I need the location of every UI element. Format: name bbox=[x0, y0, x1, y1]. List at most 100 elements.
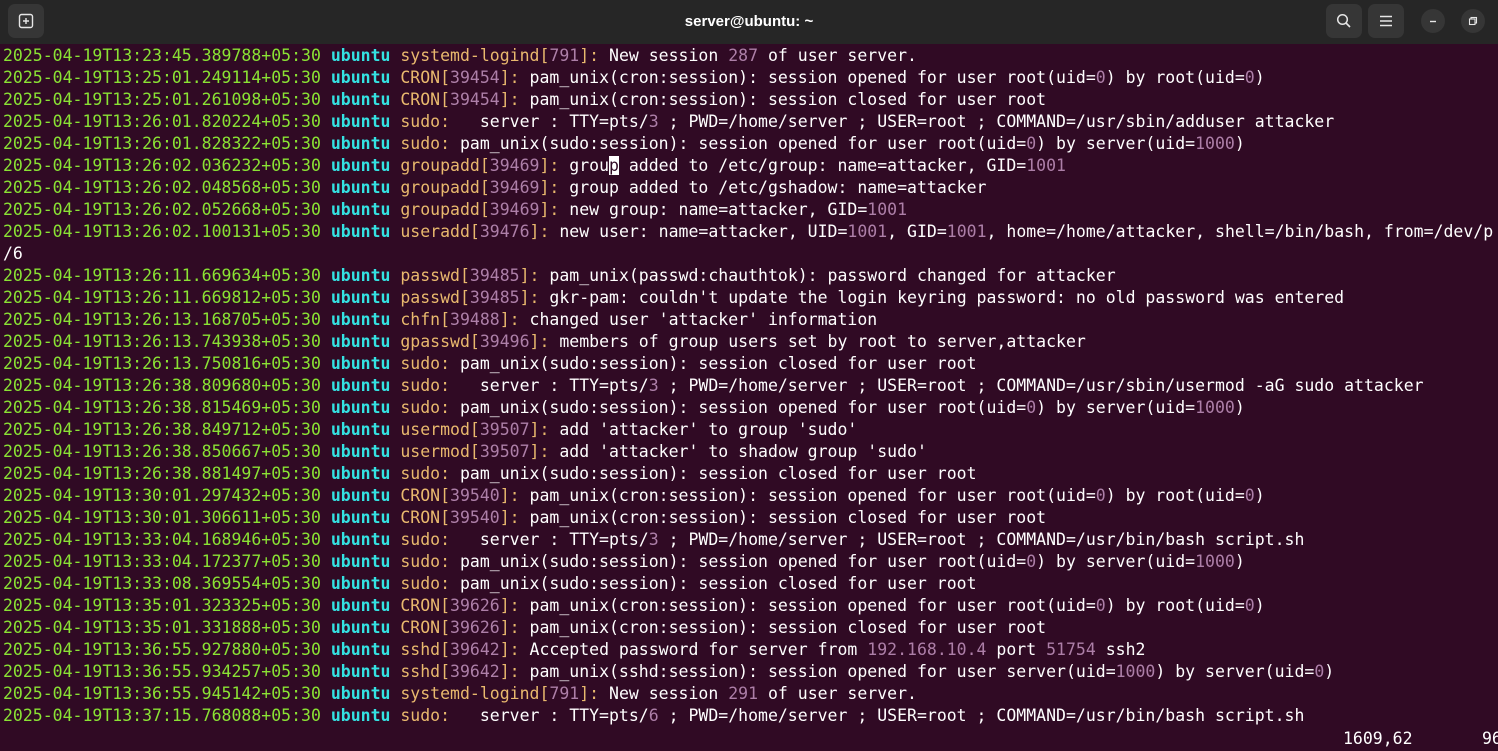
log-message: ) bbox=[1234, 134, 1245, 153]
search-icon bbox=[1336, 13, 1351, 28]
log-process: usermod[ bbox=[400, 420, 480, 439]
restore-icon bbox=[1468, 16, 1478, 26]
log-message: ) by server(uid= bbox=[1036, 552, 1196, 571]
restore-button[interactable] bbox=[1461, 9, 1485, 33]
log-number: 39469 bbox=[489, 200, 540, 219]
terminal-output[interactable]: 2025-04-19T13:23:45.389788+05:30 ubuntu … bbox=[3, 45, 1498, 751]
log-message: pam_unix(cron:session): session opened f… bbox=[519, 596, 1096, 615]
log-process: sudo: bbox=[400, 552, 451, 571]
log-line: 2025-04-19T13:26:02.036232+05:30 ubuntu … bbox=[3, 155, 1498, 177]
log-number: 0 bbox=[1026, 552, 1037, 571]
minimize-button[interactable] bbox=[1421, 9, 1445, 33]
log-process: ]: bbox=[499, 662, 520, 681]
log-hostname: ubuntu bbox=[330, 68, 391, 87]
log-number: 51754 bbox=[1046, 640, 1096, 659]
log-number: 1000 bbox=[1195, 134, 1235, 153]
log-timestamp: 2025-04-19T13:26:11.669634+05:30 bbox=[3, 266, 321, 285]
log-process: ]: bbox=[539, 178, 560, 197]
log-number: 39488 bbox=[450, 310, 500, 329]
log-process: CRON[ bbox=[400, 90, 451, 109]
log-number: 1000 bbox=[1115, 662, 1156, 681]
scroll-percent: 96 bbox=[1482, 729, 1498, 748]
log-number: 791 bbox=[549, 46, 580, 65]
log-message: pam_unix(cron:session): session opened f… bbox=[519, 486, 1096, 505]
log-process: sudo: bbox=[400, 398, 451, 417]
log-line: 2025-04-19T13:33:08.369554+05:30 ubuntu … bbox=[3, 573, 1498, 595]
log-line: 2025-04-19T13:37:15.768088+05:30 ubuntu … bbox=[3, 705, 1498, 727]
log-number: 3 bbox=[648, 112, 659, 131]
log-process: ]: bbox=[579, 684, 600, 703]
log-process: CRON[ bbox=[400, 596, 451, 615]
log-line: 2025-04-19T13:26:38.881497+05:30 ubuntu … bbox=[3, 463, 1498, 485]
log-process: CRON[ bbox=[400, 68, 451, 87]
log-number: 39485 bbox=[469, 288, 520, 307]
log-line: 2025-04-19T13:33:04.168946+05:30 ubuntu … bbox=[3, 529, 1498, 551]
log-hostname: ubuntu bbox=[330, 376, 391, 395]
log-number: 39469 bbox=[489, 156, 540, 175]
log-line: 2025-04-19T13:36:55.927880+05:30 ubuntu … bbox=[3, 639, 1498, 661]
log-message: pam_unix(sudo:session): session opened f… bbox=[450, 398, 1027, 417]
log-timestamp: 2025-04-19T13:36:55.927880+05:30 bbox=[3, 640, 321, 659]
log-process: sudo: bbox=[400, 706, 451, 725]
log-message: server : TTY=pts/ bbox=[450, 112, 649, 131]
log-timestamp: 2025-04-19T13:26:01.828322+05:30 bbox=[3, 134, 321, 153]
log-line: 2025-04-19T13:26:01.820224+05:30 ubuntu … bbox=[3, 111, 1498, 133]
log-hostname: ubuntu bbox=[330, 706, 391, 725]
minimize-icon bbox=[1430, 20, 1436, 23]
log-message: ) by server(uid= bbox=[1036, 134, 1196, 153]
log-timestamp: 2025-04-19T13:33:04.168946+05:30 bbox=[3, 530, 321, 549]
log-process: sshd[ bbox=[400, 662, 451, 681]
log-hostname: ubuntu bbox=[330, 266, 391, 285]
log-message: group added to /etc/gshadow: name=attack… bbox=[559, 178, 987, 197]
log-process: CRON[ bbox=[400, 618, 451, 637]
log-timestamp: 2025-04-19T13:26:13.168705+05:30 bbox=[3, 310, 321, 329]
log-line: 2025-04-19T13:26:13.168705+05:30 ubuntu … bbox=[3, 309, 1498, 331]
log-timestamp: 2025-04-19T13:37:15.768088+05:30 bbox=[3, 706, 321, 725]
log-timestamp: 2025-04-19T13:33:08.369554+05:30 bbox=[3, 574, 321, 593]
log-number: 39626 bbox=[450, 596, 500, 615]
log-number: 1001 bbox=[946, 222, 987, 241]
log-number: 39454 bbox=[450, 90, 500, 109]
log-process: groupadd[ bbox=[400, 178, 490, 197]
log-hostname: ubuntu bbox=[330, 574, 391, 593]
log-message: ) bbox=[1254, 596, 1265, 615]
log-process: sudo: bbox=[400, 354, 451, 373]
log-line: 2025-04-19T13:30:01.297432+05:30 ubuntu … bbox=[3, 485, 1498, 507]
log-message: server : TTY=pts/ bbox=[450, 530, 649, 549]
log-timestamp: 2025-04-19T13:26:38.809680+05:30 bbox=[3, 376, 321, 395]
log-number: 791 bbox=[549, 684, 580, 703]
log-timestamp: 2025-04-19T13:26:13.743938+05:30 bbox=[3, 332, 321, 351]
log-number: 3 bbox=[648, 376, 659, 395]
log-hostname: ubuntu bbox=[330, 134, 391, 153]
cursor-position: 1609,62 bbox=[1343, 729, 1413, 748]
log-hostname: ubuntu bbox=[330, 46, 391, 65]
log-message: pam_unix(sudo:session): session opened f… bbox=[450, 134, 1027, 153]
log-number: 0 bbox=[1026, 134, 1037, 153]
log-message: gkr-pam: couldn't update the login keyri… bbox=[539, 288, 1345, 307]
log-number: 0 bbox=[1026, 398, 1037, 417]
log-message: /6 bbox=[3, 244, 23, 263]
log-message: ; PWD=/home/server ; USER=root ; COMMAND… bbox=[658, 706, 1305, 725]
log-process: passwd[ bbox=[400, 288, 470, 307]
log-number: 192.168.10.4 bbox=[867, 640, 987, 659]
search-button[interactable] bbox=[1326, 4, 1362, 38]
log-hostname: ubuntu bbox=[330, 596, 391, 615]
log-hostname: ubuntu bbox=[330, 640, 391, 659]
log-message: ) bbox=[1254, 486, 1265, 505]
log-number: 291 bbox=[728, 684, 759, 703]
log-timestamp: 2025-04-19T13:26:13.750816+05:30 bbox=[3, 354, 321, 373]
log-line: 2025-04-19T13:35:01.323325+05:30 ubuntu … bbox=[3, 595, 1498, 617]
log-line: 2025-04-19T13:36:55.945142+05:30 ubuntu … bbox=[3, 683, 1498, 705]
log-process: ]: bbox=[499, 486, 520, 505]
log-number: 39476 bbox=[479, 222, 530, 241]
log-number: 0 bbox=[1244, 68, 1255, 87]
log-message: ) by root(uid= bbox=[1105, 486, 1245, 505]
menu-button[interactable] bbox=[1368, 4, 1404, 38]
log-process: ]: bbox=[519, 288, 540, 307]
log-message: pam_unix(cron:session): session closed f… bbox=[519, 618, 1047, 637]
log-number: 39626 bbox=[450, 618, 500, 637]
log-process: sudo: bbox=[400, 112, 451, 131]
log-number: 39454 bbox=[450, 68, 500, 87]
log-hostname: ubuntu bbox=[330, 464, 391, 483]
hamburger-menu-icon bbox=[1380, 15, 1392, 27]
